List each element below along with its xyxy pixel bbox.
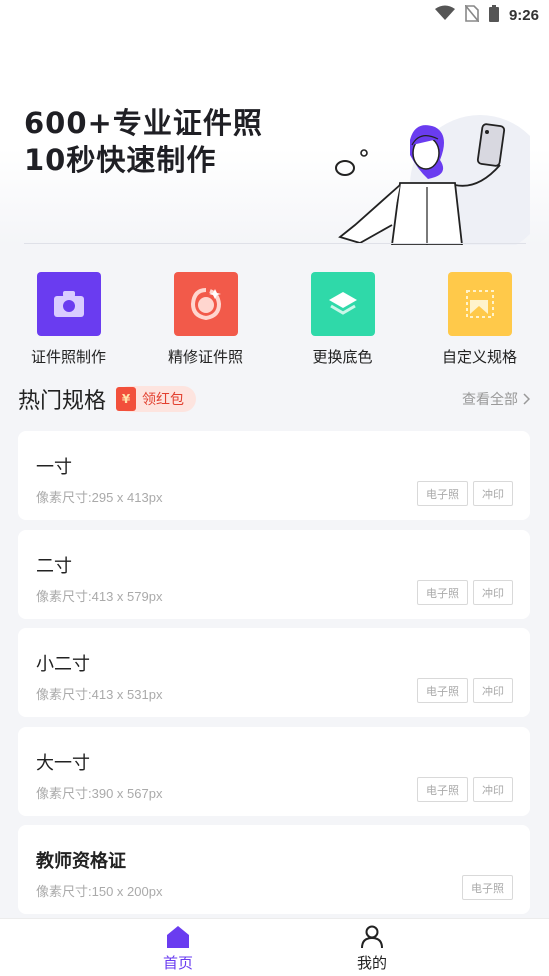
layers-icon: [328, 292, 357, 315]
section-title: 热门规格: [18, 389, 107, 414]
bottom-tab-bar: 首页 我的: [0, 918, 549, 976]
feature-label: 更换底色: [312, 348, 373, 366]
status-bar: 9:26: [0, 0, 549, 30]
spec-card[interactable]: 二寸 像素尺寸:413 x 579px 电子照 冲印: [18, 530, 530, 619]
red-packet-label: 领红包: [142, 392, 185, 408]
spec-size: 像素尺寸:295 x 413px: [36, 490, 163, 505]
hero-title-line2: 10秒快速制作: [24, 143, 217, 177]
spec-card[interactable]: 教师资格证 像素尺寸:150 x 200px 电子照: [18, 825, 530, 914]
spec-size: 像素尺寸:413 x 531px: [36, 687, 163, 702]
selfie-illustration: [335, 115, 530, 245]
tab-home-label: 首页: [162, 954, 193, 972]
red-packet-badge[interactable]: ¥ 领红包: [116, 386, 197, 412]
red-envelope-icon: ¥: [116, 387, 137, 411]
see-all-label: 查看全部: [462, 392, 518, 408]
tag-print: 冲印: [473, 777, 513, 802]
feature-label: 证件照制作: [30, 348, 106, 366]
spec-name: 二寸: [36, 556, 72, 577]
hero-title-line1: 600+专业证件照: [24, 106, 263, 140]
feature-label: 精修证件照: [167, 348, 243, 366]
feature-custom-size[interactable]: 自定义规格: [411, 270, 548, 370]
tag-electronic: 电子照: [462, 875, 513, 900]
face-retouch-icon: [190, 288, 221, 321]
spec-card[interactable]: 小二寸 像素尺寸:413 x 531px 电子照 冲印: [18, 628, 530, 717]
see-all-link[interactable]: 查看全部: [462, 389, 530, 409]
hero-divider: [24, 243, 526, 244]
tag-print: 冲印: [473, 481, 513, 506]
tab-me[interactable]: 我的: [275, 919, 469, 976]
spec-name: 小二寸: [36, 654, 90, 675]
spec-size: 像素尺寸:390 x 567px: [36, 786, 163, 801]
tag-electronic: 电子照: [417, 777, 468, 802]
tag-electronic: 电子照: [417, 580, 468, 605]
feature-tile: [447, 272, 512, 336]
tag-print: 冲印: [473, 580, 513, 605]
feature-label: 自定义规格: [441, 348, 517, 366]
chevron-right-icon: [523, 393, 530, 405]
feature-id-photo[interactable]: 证件照制作: [0, 270, 137, 370]
spec-size: 像素尺寸:150 x 200px: [36, 884, 163, 899]
crop-icon: [465, 290, 494, 318]
spec-card[interactable]: 一寸 像素尺寸:295 x 413px 电子照 冲印: [18, 431, 530, 520]
person-icon: [361, 925, 383, 949]
hot-specs-header: 热门规格 ¥ 领红包 查看全部: [18, 384, 530, 414]
wifi-icon: [434, 5, 455, 25]
camera-icon: [53, 291, 84, 317]
spec-size: 像素尺寸:413 x 579px: [36, 589, 163, 604]
spec-card[interactable]: 大一寸 像素尺寸:390 x 567px 电子照 冲印: [18, 727, 530, 816]
feature-tile: [36, 272, 101, 336]
tag-print: 冲印: [473, 678, 513, 703]
feature-change-bg[interactable]: 更换底色: [274, 270, 411, 370]
spec-name: 大一寸: [36, 753, 90, 774]
spec-name: 教师资格证: [36, 851, 126, 872]
no-sim-icon: [464, 3, 480, 26]
clock: 9:26: [508, 6, 539, 24]
hero-title: 600+专业证件照 10秒快速制作: [24, 105, 263, 179]
tag-electronic: 电子照: [417, 678, 468, 703]
battery-icon: [488, 4, 499, 26]
tab-me-label: 我的: [356, 954, 387, 972]
spec-name: 一寸: [36, 457, 72, 478]
tab-home[interactable]: 首页: [81, 919, 275, 976]
tag-electronic: 电子照: [417, 481, 468, 506]
feature-retouch[interactable]: 精修证件照: [137, 270, 274, 370]
feature-tile: [173, 272, 238, 336]
feature-grid: 证件照制作 精修证件照 更换底色 自定义规格: [0, 270, 549, 370]
feature-tile: [310, 272, 375, 336]
home-icon: [167, 926, 189, 948]
